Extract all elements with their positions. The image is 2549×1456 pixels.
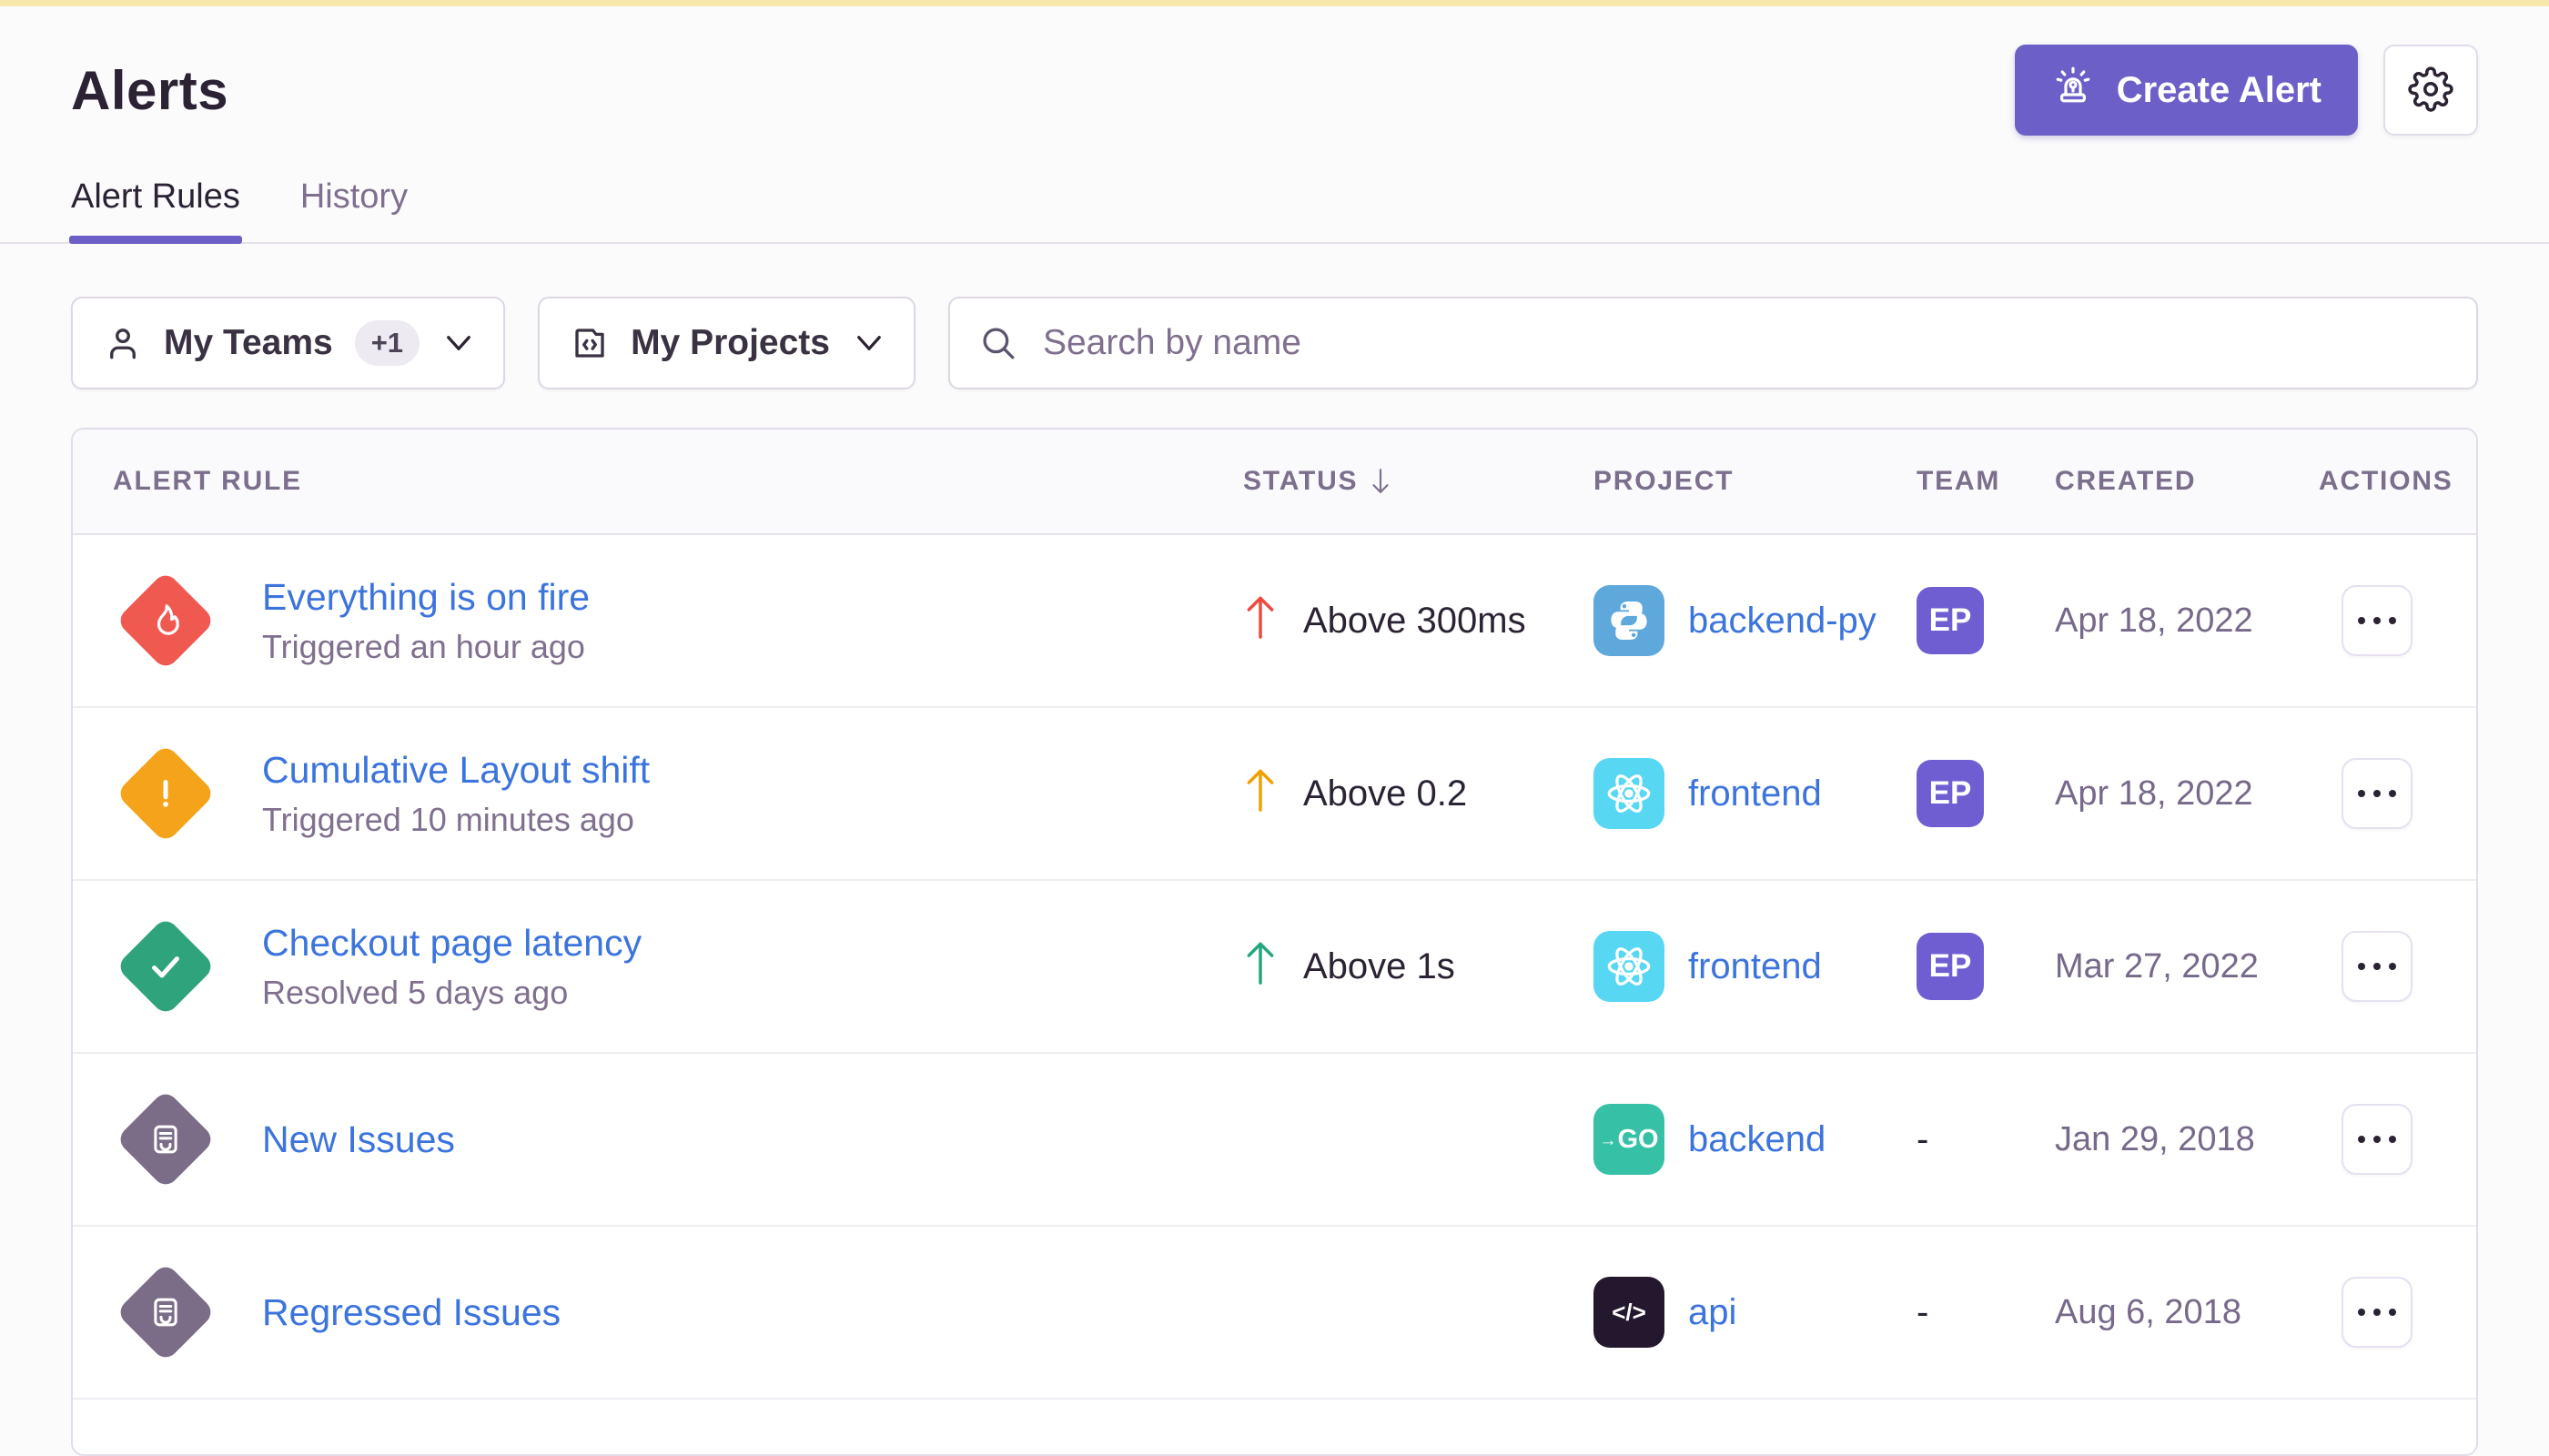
search-icon [979,324,1017,362]
alerts-page: Alerts Create Alert [0,6,2549,1456]
alert-rule-link[interactable]: Checkout page latency [262,922,642,964]
row-actions-button[interactable] [2342,1277,2412,1348]
project-link[interactable]: api [1688,1292,1736,1333]
alert-rule-link[interactable]: New Issues [262,1118,455,1160]
row-actions-button[interactable] [2342,1104,2412,1175]
tab-history[interactable]: History [300,177,408,242]
resolved-check-icon [116,916,216,1016]
issues-icon [116,1089,216,1189]
sort-descending-icon [1369,467,1392,496]
column-header-project: PROJECT [1593,466,1917,497]
go-icon: GO [1593,1104,1664,1175]
gear-icon [2408,66,2453,115]
alert-rule-last-status: Triggered 10 minutes ago [262,801,650,839]
page-title: Alerts [71,59,228,122]
table-row: Cumulative Layout shift Triggered 10 min… [73,708,2476,881]
top-banner-stripe [0,0,2549,6]
team-badge: EP [1917,760,1984,827]
column-header-status[interactable]: STATUS [1243,466,1593,497]
settings-button[interactable] [2383,45,2478,136]
table-row: Checkout page latency Resolved 5 days ag… [73,881,2476,1054]
status-threshold: Above 300ms [1303,601,1526,642]
table-row: Regressed Issues </> api - Aug 6, 2018 [73,1227,2476,1400]
column-header-team: TEAM [1917,466,2055,497]
code-icon: </> [1593,1277,1664,1348]
page-header: Alerts Create Alert [71,6,2478,136]
status-threshold: Above 0.2 [1303,774,1467,814]
created-date: Aug 6, 2018 [2055,1293,2319,1332]
siren-icon [2051,64,2095,116]
partial-row [73,1400,2476,1454]
alert-rule-link[interactable]: Everything is on fire [262,576,590,618]
fire-icon [116,571,216,671]
column-header-alert-rule: ALERT RULE [113,466,1243,497]
projects-filter-button[interactable]: My Projects [538,297,915,389]
user-icon [104,324,142,362]
chevron-down-icon [445,334,472,352]
project-link[interactable]: backend [1688,1119,1826,1160]
status-threshold: Above 1s [1303,946,1455,987]
search-input[interactable] [1041,322,2447,364]
table-row: New Issues GO backend - Jan 29, 2018 [73,1054,2476,1227]
created-date: Mar 27, 2022 [2055,947,2319,986]
column-header-created: CREATED [2055,466,2319,497]
chevron-down-icon [855,334,883,352]
team-badge: EP [1917,933,1984,1000]
alert-rule-link[interactable]: Cumulative Layout shift [262,749,650,791]
projects-filter-label: My Projects [631,323,830,363]
project-code-icon [571,324,609,362]
teams-filter-button[interactable]: My Teams +1 [71,297,505,389]
trend-up-icon [1243,765,1278,822]
row-actions-button[interactable] [2342,585,2412,656]
project-link[interactable]: frontend [1688,946,1822,987]
trend-up-icon [1243,592,1278,649]
teams-count-badge: +1 [355,320,420,366]
react-icon [1593,758,1664,829]
warning-icon [116,743,216,844]
project-link[interactable]: backend-py [1688,601,1876,642]
row-actions-button[interactable] [2342,931,2412,1002]
created-date: Jan 29, 2018 [2055,1120,2319,1159]
team-none: - [1917,1119,1928,1159]
column-header-actions: ACTIONS [2319,466,2453,497]
table-row: Everything is on fire Triggered an hour … [73,535,2476,708]
team-badge: EP [1917,587,1984,654]
created-date: Apr 18, 2022 [2055,602,2319,641]
tabbar: Alert Rules History [0,177,2549,244]
python-icon [1593,585,1664,656]
teams-filter-label: My Teams [164,323,333,363]
trend-up-icon [1243,938,1278,995]
alert-rule-last-status: Resolved 5 days ago [262,974,642,1012]
alert-rules-table: ALERT RULE STATUS PROJECT TEAM CREATED A… [71,428,2478,1456]
team-none: - [1917,1292,1928,1332]
table-header-row: ALERT RULE STATUS PROJECT TEAM CREATED A… [73,430,2476,535]
alert-rule-link[interactable]: Regressed Issues [262,1291,561,1333]
filter-bar: My Teams +1 My Projects [71,297,2478,389]
tab-alert-rules[interactable]: Alert Rules [71,177,240,242]
row-actions-button[interactable] [2342,758,2412,829]
alert-rule-last-status: Triggered an hour ago [262,628,590,666]
create-alert-label: Create Alert [2117,70,2321,111]
header-actions: Create Alert [2015,45,2478,136]
project-link[interactable]: frontend [1688,774,1822,814]
search-box [948,297,2478,389]
created-date: Apr 18, 2022 [2055,774,2319,814]
issues-icon [116,1262,216,1362]
create-alert-button[interactable]: Create Alert [2015,45,2358,136]
react-icon [1593,931,1664,1002]
